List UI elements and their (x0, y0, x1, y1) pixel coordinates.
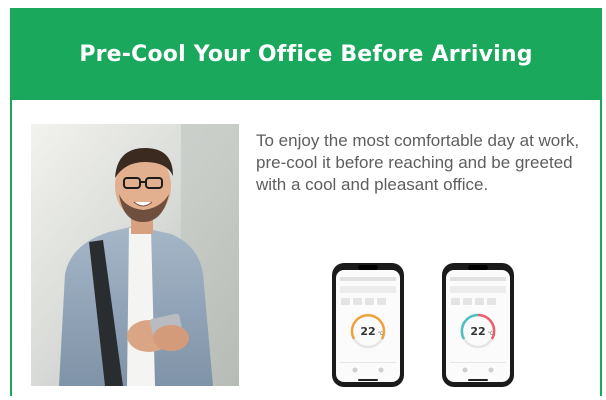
phone-1-unit: °C (378, 331, 383, 336)
phone-mockup-heating: 22 °C (441, 262, 515, 388)
header-banner: Pre-Cool Your Office Before Arriving (10, 8, 602, 100)
page-title: Pre-Cool Your Office Before Arriving (79, 41, 533, 67)
phone-1-temperature: 22 (360, 325, 375, 338)
intro-paragraph: To enjoy the most comfortable day at wor… (256, 131, 580, 194)
phone-2-unit: °C (488, 331, 493, 336)
photo-illustration (31, 124, 239, 386)
phone-mockup-cooling: 22 °C (331, 262, 405, 388)
phone-2-temperature: 22 (470, 325, 485, 338)
man-with-phone-photo (31, 124, 239, 386)
